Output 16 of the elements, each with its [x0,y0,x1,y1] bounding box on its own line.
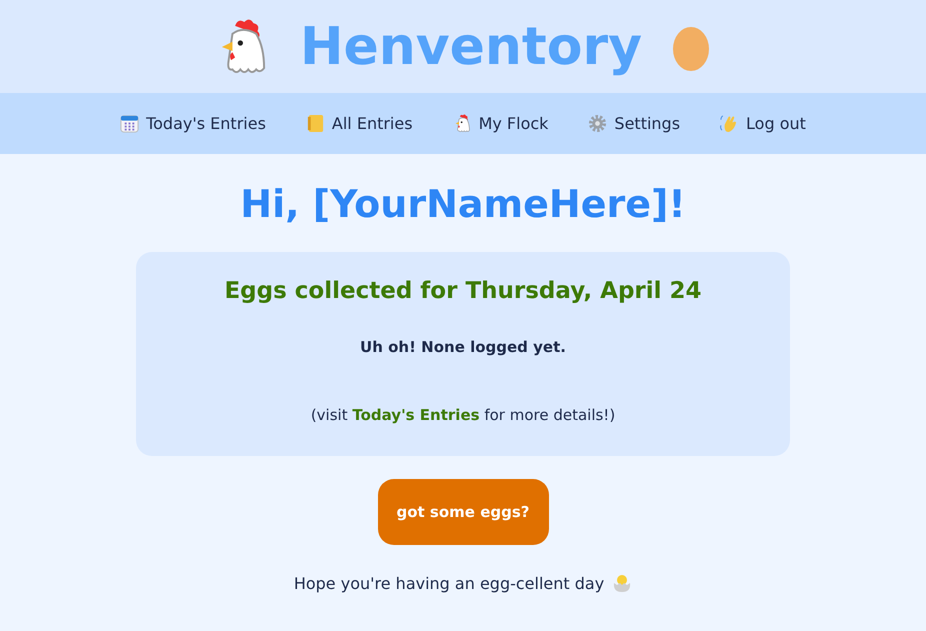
footer-text: Hope you're having an egg-cellent day [294,574,604,592]
status-text: Uh oh! None logged yet. [360,338,566,356]
todays-entries-link[interactable]: Today's Entries [352,406,480,424]
hatching-chick-icon [612,573,632,593]
nav-link[interactable]: Today's Entries [120,114,266,133]
calendar-icon [120,114,140,133]
nav-link[interactable]: Settings [588,114,680,133]
app-title: Henventory [300,16,642,76]
nav-link[interactable]: Log out [720,114,806,133]
settings-icon [588,114,608,133]
nav-link[interactable]: My Flock [452,114,548,133]
greeting-heading: Hi, [YourNameHere]! [240,182,686,226]
details-note: (visit Today's Entries for more details!) [310,406,616,424]
notebook-icon [306,114,325,133]
card-title: Eggs collected for Thursday, April 24 [224,278,702,304]
nav-link[interactable]: All Entries [306,114,413,133]
